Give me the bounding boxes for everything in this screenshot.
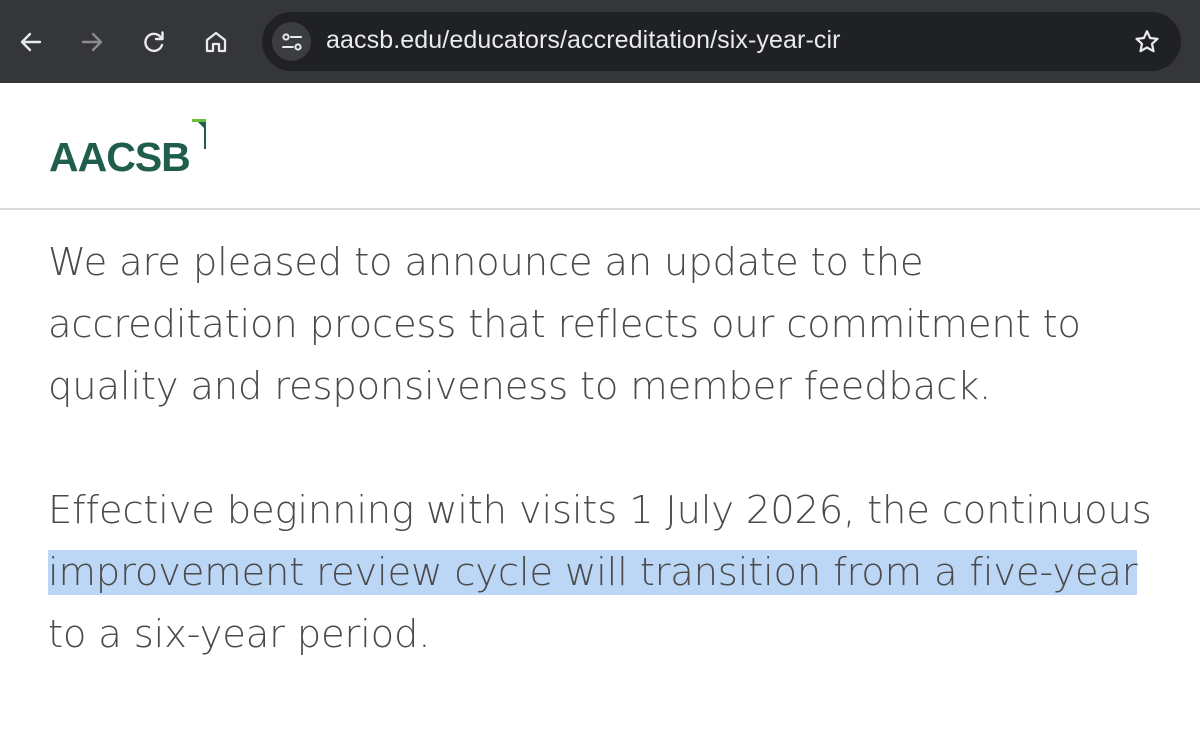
- url-text[interactable]: aacsb.edu/educators/accreditation/six-ye…: [326, 26, 841, 55]
- reload-button[interactable]: [134, 22, 174, 62]
- logo-mark-icon: [191, 119, 206, 149]
- address-bar[interactable]: aacsb.edu/educators/accreditation/six-ye…: [262, 12, 1181, 71]
- site-info-button[interactable]: [272, 22, 311, 61]
- logo-text: AACSB: [49, 134, 191, 180]
- paragraph-announcement: We are pleased to announce an update to …: [48, 240, 1081, 409]
- arrow-right-icon: [81, 32, 103, 52]
- reload-icon: [144, 31, 164, 52]
- back-button[interactable]: [11, 22, 51, 62]
- arrow-left-icon: [20, 32, 42, 52]
- aacsb-logo[interactable]: AACSB: [49, 119, 208, 179]
- site-header: AACSB: [0, 83, 1200, 210]
- browser-toolbar: aacsb.edu/educators/accreditation/six-ye…: [0, 0, 1200, 83]
- paragraph-effective: Effective beginning with visits 1 July 2…: [48, 480, 1178, 666]
- paragraph-effective-part1: Effective beginning with visits 1 July 2…: [48, 488, 1152, 533]
- home-icon: [205, 31, 227, 53]
- tune-icon: [281, 32, 302, 51]
- forward-button[interactable]: [72, 22, 112, 62]
- highlighted-text-selection[interactable]: improvement review cycle will transition…: [48, 550, 1138, 595]
- home-button[interactable]: [196, 22, 236, 62]
- star-icon: [1135, 30, 1159, 53]
- article-body: We are pleased to announce an update to …: [48, 232, 1178, 666]
- bookmark-button[interactable]: [1131, 26, 1163, 58]
- paragraph-effective-part2: to a six-year period.: [48, 612, 431, 657]
